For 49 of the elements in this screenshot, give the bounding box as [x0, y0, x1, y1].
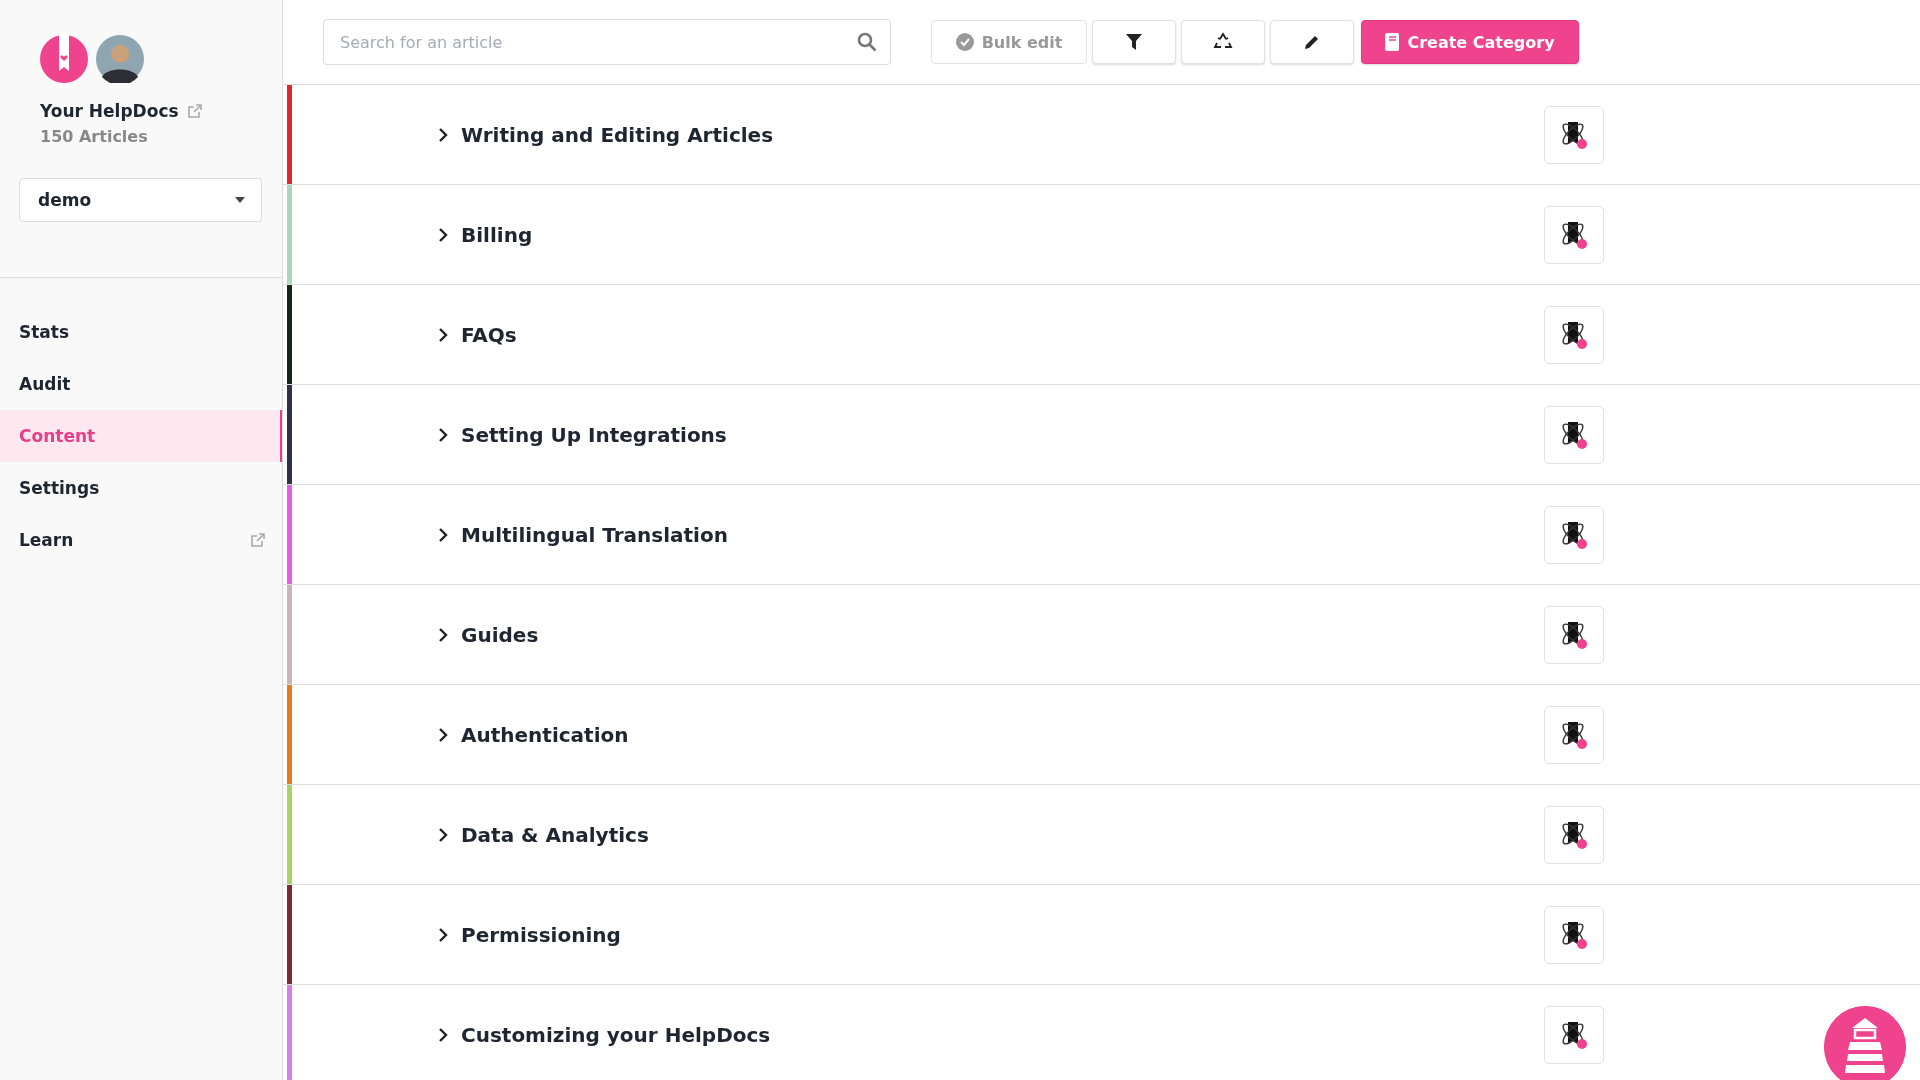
create-category-button[interactable]: Create Category: [1361, 20, 1579, 64]
category-header[interactable]: Guides: [437, 622, 1544, 647]
category-header[interactable]: Authentication: [437, 722, 1544, 747]
atom-bookmark-icon: [1559, 219, 1589, 250]
category-header[interactable]: Billing: [437, 222, 1544, 247]
icon-picker-button[interactable]: [1544, 705, 1604, 764]
search-icon: [857, 32, 877, 52]
caret-icon: [235, 197, 245, 203]
nav-item[interactable]: Learn: [0, 514, 282, 566]
book-icon: [1385, 33, 1400, 51]
atom-bookmark-icon: [1559, 319, 1589, 350]
nav-item[interactable]: Stats: [0, 306, 282, 358]
filter-icon: [1125, 33, 1143, 51]
icon-picker-button[interactable]: [1544, 1005, 1604, 1064]
icon-picker-button[interactable]: [1544, 605, 1604, 664]
category-header[interactable]: Multilingual Translation: [437, 522, 1544, 547]
atom-bookmark-icon: [1559, 1019, 1589, 1050]
icon-picker-button[interactable]: [1544, 805, 1604, 864]
atom-bookmark-icon: [1559, 719, 1589, 750]
category-header[interactable]: Data & Analytics: [437, 822, 1544, 847]
atom-bookmark-icon: [1559, 819, 1589, 850]
atom-bookmark-icon: [1559, 419, 1589, 450]
icon-picker-button[interactable]: [1544, 405, 1604, 464]
project-select[interactable]: demo: [19, 178, 262, 222]
icon-picker-button[interactable]: [1544, 905, 1604, 964]
pencil-icon: [1303, 33, 1321, 51]
icon-picker-button[interactable]: [1544, 505, 1604, 564]
logo-icon: [40, 35, 88, 83]
icon-picker-button[interactable]: [1544, 105, 1604, 164]
atom-bookmark-icon: [1559, 619, 1589, 650]
atom-bookmark-icon: [1559, 119, 1589, 150]
category-header[interactable]: Writing and Editing Articles: [437, 122, 1544, 147]
category-header[interactable]: Setting Up Integrations: [437, 422, 1544, 447]
atom-bookmark-icon: [1559, 519, 1589, 550]
icon-picker-button[interactable]: [1544, 305, 1604, 364]
chat-widget-button[interactable]: [1824, 1006, 1906, 1080]
article-count: 150 Articles: [40, 127, 149, 146]
atom-bookmark-icon: [1559, 919, 1589, 950]
category-header[interactable]: Customizing your HelpDocs: [437, 1022, 1544, 1047]
category-header[interactable]: Permissioning: [437, 922, 1544, 947]
check-circle-icon: [955, 33, 974, 51]
category-header[interactable]: FAQs: [437, 322, 1544, 347]
icon-picker-button[interactable]: [1544, 205, 1604, 264]
search-field[interactable]: Search for an article: [323, 19, 891, 65]
filter-button[interactable]: [1092, 20, 1176, 64]
nav-item[interactable]: Settings: [0, 462, 282, 514]
avatar-icon[interactable]: [96, 35, 144, 83]
nav-item[interactable]: Audit: [0, 358, 282, 410]
site-name: Your HelpDocs: [40, 101, 179, 121]
